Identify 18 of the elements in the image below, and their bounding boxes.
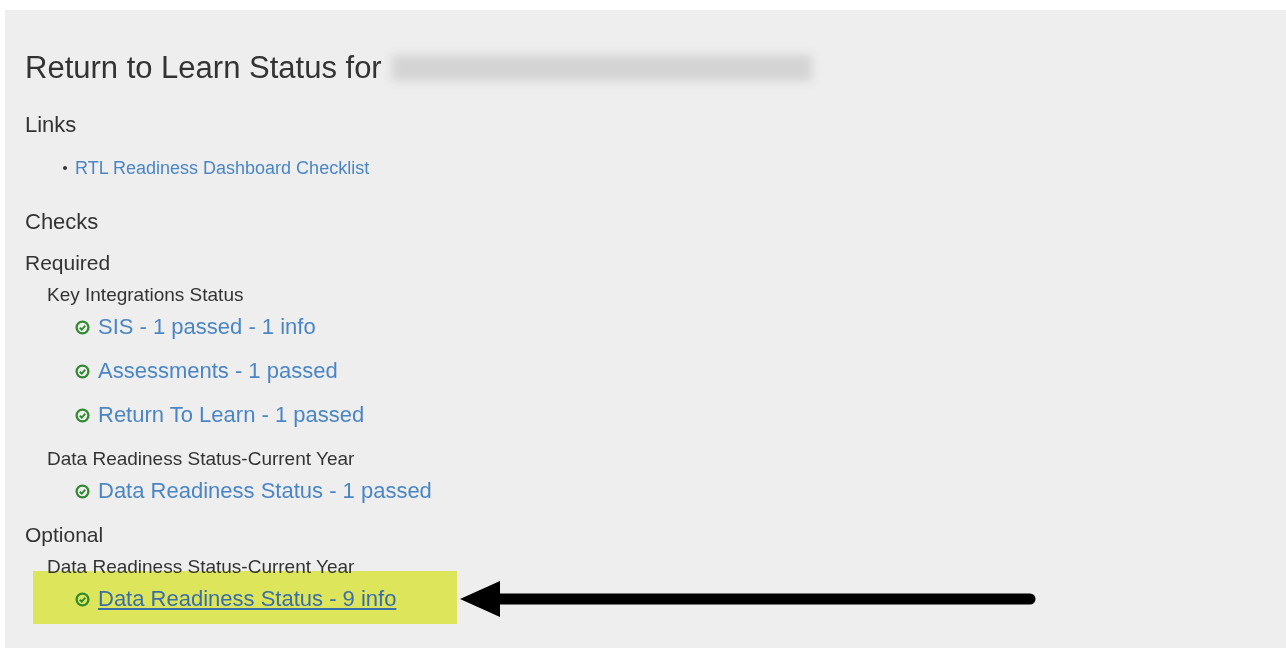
check-circle-icon [75, 483, 90, 499]
check-circle-icon [75, 407, 90, 423]
check-circle-icon [75, 363, 90, 379]
section-heading: Required [25, 250, 112, 276]
check-link[interactable]: Data Readiness Status - 1 passed [98, 478, 432, 504]
checklist-link[interactable]: RTL Readiness Dashboard Checklist [75, 158, 370, 178]
check-link[interactable]: Return To Learn - 1 passed [98, 402, 365, 428]
check-circle-icon [75, 591, 90, 607]
check-link[interactable]: Assessments - 1 passed [98, 358, 338, 384]
section-heading: Checks [25, 208, 100, 236]
check-link[interactable]: SIS - 1 passed - 1 info [98, 314, 316, 340]
group-heading: Key Integrations Status [47, 283, 245, 307]
check-link[interactable]: Data Readiness Status - 9 info [98, 586, 397, 612]
check-circle-icon [75, 319, 90, 335]
page-title: Return to Learn Status for [25, 53, 382, 83]
section-heading: Links [25, 111, 78, 139]
section-heading: Optional [25, 522, 105, 548]
group-heading: Data Readiness Status-Current Year [47, 447, 356, 471]
